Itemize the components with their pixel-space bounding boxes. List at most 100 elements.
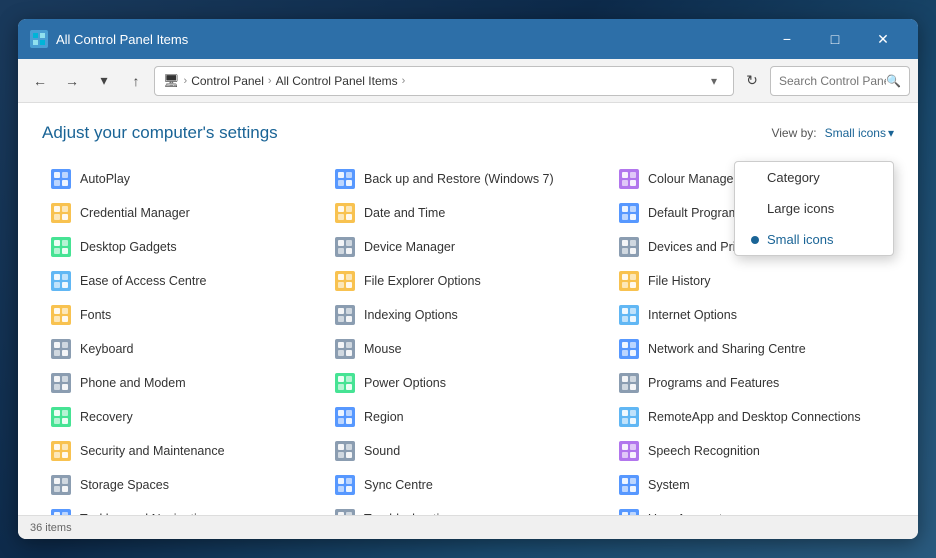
list-item[interactable]: Back up and Restore (Windows 7) <box>326 163 610 195</box>
list-item[interactable]: Fonts <box>42 299 326 331</box>
list-item[interactable]: Speech Recognition <box>610 435 894 467</box>
list-item[interactable]: Security and Maintenance <box>42 435 326 467</box>
main-window: All Control Panel Items − □ ✕ ← → ▾ ↑ 🖥 … <box>18 19 918 539</box>
list-item[interactable]: Device Manager <box>326 231 610 263</box>
item-icon-speech-recognition <box>618 440 640 462</box>
item-icon-sync-centre <box>334 474 356 496</box>
minimize-button[interactable]: − <box>764 24 810 54</box>
item-icon-mouse <box>334 338 356 360</box>
item-icon-storage-spaces <box>50 474 72 496</box>
item-label: Security and Maintenance <box>80 444 225 458</box>
dropdown-large-icons-label: Large icons <box>767 201 834 216</box>
item-icon-taskbar-and-navigation <box>50 508 72 515</box>
list-item[interactable]: Power Options <box>326 367 610 399</box>
list-item[interactable]: Mouse <box>326 333 610 365</box>
item-icon-recovery <box>50 406 72 428</box>
item-icon-indexing-options <box>334 304 356 326</box>
item-icon-sound <box>334 440 356 462</box>
list-item[interactable]: System <box>610 469 894 501</box>
item-icon-programs-and-features <box>618 372 640 394</box>
item-label: Back up and Restore (Windows 7) <box>364 172 554 186</box>
item-icon-security-and-maintenance <box>50 440 72 462</box>
item-icon-default-programs <box>618 202 640 224</box>
status-bar: 36 items <box>18 515 918 539</box>
up-button[interactable]: ↑ <box>122 67 150 95</box>
refresh-button[interactable]: ↻ <box>738 67 766 95</box>
back-button[interactable]: ← <box>26 67 54 95</box>
item-icon-device-manager <box>334 236 356 258</box>
list-item[interactable]: Sync Centre <box>326 469 610 501</box>
item-icon-file-history <box>618 270 640 292</box>
list-item[interactable]: Keyboard <box>42 333 326 365</box>
item-label: Mouse <box>364 342 402 356</box>
item-label: Taskbar and Navigation <box>80 512 211 515</box>
item-label: Storage Spaces <box>80 478 169 492</box>
item-icon-region <box>334 406 356 428</box>
dropdown-small-icons[interactable]: Small icons <box>735 224 893 255</box>
item-label: Recovery <box>80 410 133 424</box>
dropdown-large-icons[interactable]: Large icons <box>735 193 893 224</box>
list-item[interactable]: File History <box>610 265 894 297</box>
address-field[interactable]: 🖥 › Control Panel › All Control Panel It… <box>154 66 734 96</box>
list-item[interactable]: Taskbar and Navigation <box>42 503 326 515</box>
view-by-dropdown[interactable]: Small icons ▾ <box>825 126 894 140</box>
window-title: All Control Panel Items <box>56 32 764 47</box>
breadcrumb-sep3: › <box>402 75 406 87</box>
item-icon-troubleshooting <box>334 508 356 515</box>
maximize-button[interactable]: □ <box>812 24 858 54</box>
list-item[interactable]: AutoPlay <box>42 163 326 195</box>
dropdown-small-icons-label: Small icons <box>767 232 833 247</box>
item-icon-desktop-gadgets <box>50 236 72 258</box>
list-item[interactable]: User Accounts <box>610 503 894 515</box>
list-item[interactable]: Network and Sharing Centre <box>610 333 894 365</box>
item-icon-remoteapp-and-desktop-connections <box>618 406 640 428</box>
close-button[interactable]: ✕ <box>860 24 906 54</box>
history-dropdown-button[interactable]: ▾ <box>90 67 118 95</box>
list-item[interactable]: Indexing Options <box>326 299 610 331</box>
search-field[interactable]: 🔍 <box>770 66 910 96</box>
item-label: RemoteApp and Desktop Connections <box>648 410 861 424</box>
item-label: Date and Time <box>364 206 445 220</box>
forward-button[interactable]: → <box>58 67 86 95</box>
item-label: System <box>648 478 690 492</box>
item-icon-back-up-and-restore-(windows-7) <box>334 168 356 190</box>
item-icon-system <box>618 474 640 496</box>
search-input[interactable] <box>779 74 886 88</box>
content-header: Adjust your computer's settings View by:… <box>42 123 894 143</box>
view-dropdown-menu: Category Large icons Small icons <box>734 161 894 256</box>
item-icon-keyboard <box>50 338 72 360</box>
item-icon-file-explorer-options <box>334 270 356 292</box>
list-item[interactable]: Ease of Access Centre <box>42 265 326 297</box>
list-item[interactable]: Desktop Gadgets <box>42 231 326 263</box>
list-item[interactable]: Phone and Modem <box>42 367 326 399</box>
item-label: File Explorer Options <box>364 274 481 288</box>
list-item[interactable]: File Explorer Options <box>326 265 610 297</box>
list-item[interactable]: Region <box>326 401 610 433</box>
list-item[interactable]: Date and Time <box>326 197 610 229</box>
item-label: Desktop Gadgets <box>80 240 177 254</box>
item-icon-devices-and-printers <box>618 236 640 258</box>
item-icon-phone-and-modem <box>50 372 72 394</box>
list-item[interactable]: Internet Options <box>610 299 894 331</box>
dropdown-category[interactable]: Category <box>735 162 893 193</box>
breadcrumb-all-items[interactable]: All Control Panel Items <box>276 74 398 88</box>
breadcrumb-control-panel[interactable]: Control Panel <box>191 74 264 88</box>
list-item[interactable]: Credential Manager <box>42 197 326 229</box>
list-item[interactable]: Sound <box>326 435 610 467</box>
view-by-label: View by: <box>771 126 816 140</box>
item-label: Speech Recognition <box>648 444 760 458</box>
list-item[interactable]: Recovery <box>42 401 326 433</box>
item-label: Default Programs <box>648 206 745 220</box>
item-label: Indexing Options <box>364 308 458 322</box>
view-by-arrow-icon: ▾ <box>888 126 894 140</box>
item-label: Network and Sharing Centre <box>648 342 806 356</box>
item-icon-fonts <box>50 304 72 326</box>
list-item[interactable]: RemoteApp and Desktop Connections <box>610 401 894 433</box>
list-item[interactable]: Storage Spaces <box>42 469 326 501</box>
item-label: Troubleshooting <box>364 512 453 515</box>
list-item[interactable]: Programs and Features <box>610 367 894 399</box>
list-item[interactable]: Troubleshooting <box>326 503 610 515</box>
item-label: Device Manager <box>364 240 455 254</box>
active-dot-icon <box>751 236 759 244</box>
address-dropdown-button[interactable]: ▾ <box>703 74 725 88</box>
